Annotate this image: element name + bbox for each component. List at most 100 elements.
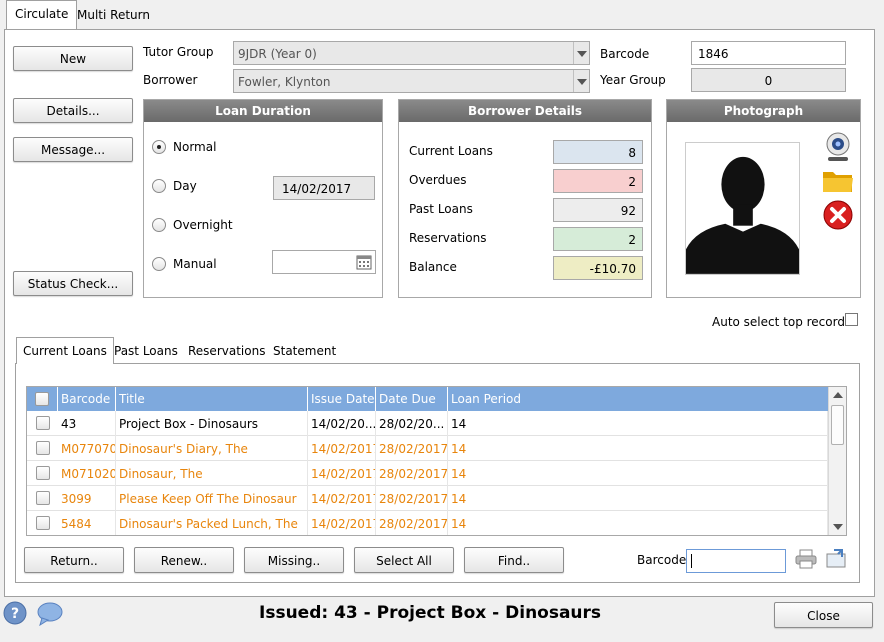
radio-normal-label: Normal [173,140,217,154]
past-loans-value: 92 [553,198,643,222]
balance-label: Balance [409,260,457,274]
scroll-up-icon[interactable] [833,392,843,398]
overdues-label: Overdues [409,173,467,187]
tab-reservations[interactable]: Reservations [182,338,271,362]
table-row[interactable]: 3099 Please Keep Off The Dinosaur 14/02/20… [27,486,828,511]
table-row[interactable]: M077070 Dinosaur's Diary, The 14/02/2017 28… [27,436,828,461]
radio-day[interactable] [152,179,166,193]
borrower-select[interactable]: Fowler, Klynton [233,69,590,93]
cell-date-due: 28/02/2017 [376,436,448,461]
receipt-icon[interactable] [825,548,847,568]
cell-date-due: 28/02/2017 [376,511,448,535]
cell-barcode: M071020 [58,461,116,486]
tab-label: Current Loans [23,344,107,358]
chevron-down-icon[interactable] [573,70,589,92]
find-button[interactable]: Find.. [464,547,564,573]
year-group-label: Year Group [600,73,666,87]
balance-value: -£10.70 [553,256,643,280]
column-header-barcode[interactable]: Barcode [58,387,116,411]
delete-icon[interactable] [822,199,854,231]
tab-label: Circulate [15,7,69,21]
row-checkbox[interactable] [36,491,50,505]
cell-title: Dinosaur's Packed Lunch, The [116,511,308,535]
table-row[interactable]: 5484 Dinosaur's Packed Lunch, The 14/02/20… [27,511,828,535]
table-row[interactable]: 43 Project Box - Dinosaurs 14/02/20... 28/0… [27,411,828,436]
printer-icon[interactable] [795,549,817,569]
chevron-down-icon[interactable] [573,42,589,64]
cell-title: Dinosaur's Diary, The [116,436,308,461]
select-all-checkbox[interactable] [35,392,49,406]
calendar-icon[interactable] [356,254,372,270]
message-button[interactable]: Message... [13,137,133,162]
cell-loan-period: 14 [448,486,828,511]
row-checkbox[interactable] [36,441,50,455]
close-button[interactable]: Close [774,602,873,628]
radio-overnight[interactable] [152,218,166,232]
overdues-value: 2 [553,169,643,193]
details-button[interactable]: Details... [13,98,133,123]
auto-select-checkbox[interactable] [845,313,858,326]
radio-manual[interactable] [152,257,166,271]
tab-statement[interactable]: Statement [267,338,342,362]
return-button[interactable]: Return.. [24,547,124,573]
table-scrollbar[interactable] [828,387,846,535]
folder-icon[interactable] [822,168,854,194]
tutor-group-select[interactable]: 9JDR (Year 0) [233,41,590,65]
status-check-button[interactable]: Status Check... [13,271,133,296]
scroll-thumb[interactable] [831,405,844,445]
tab-multi-return[interactable]: Multi Return [69,2,158,28]
barcode-label: Barcode [600,47,650,61]
reservations-label: Reservations [409,231,487,245]
manual-date-field[interactable] [272,250,376,274]
select-all-button[interactable]: Select All [354,547,454,573]
scroll-down-icon[interactable] [833,524,843,530]
tab-current-loans[interactable]: Current Loans [16,337,114,364]
cell-issue-date: 14/02/2017 [308,461,376,486]
radio-manual-label: Manual [173,257,217,271]
tab-label: Statement [273,344,337,358]
select-all-cell [27,387,58,411]
cell-barcode: 43 [58,411,116,436]
cell-title: Please Keep Off The Dinosaur [116,486,308,511]
column-header-issue-date[interactable]: Issue Date [308,387,376,411]
help-icon[interactable]: ? [3,601,27,625]
column-header-loan-period[interactable]: Loan Period [448,387,828,411]
past-loans-label: Past Loans [409,202,473,216]
borrower-photo [685,142,800,275]
renew-button[interactable]: Renew.. [134,547,234,573]
tab-circulate[interactable]: Circulate [6,0,78,29]
row-checkbox[interactable] [36,466,50,480]
barcode-field[interactable]: 1846 [691,41,846,65]
chat-icon[interactable] [36,602,64,626]
column-header-date-due[interactable]: Date Due [376,387,448,411]
current-loans-label: Current Loans [409,144,493,158]
cell-loan-period: 14 [448,436,828,461]
svg-text:?: ? [11,606,19,622]
cell-barcode: 5484 [58,511,116,535]
cell-barcode: 3099 [58,486,116,511]
tutor-group-label: Tutor Group [143,45,214,59]
missing-button[interactable]: Missing.. [244,547,344,573]
radio-normal[interactable] [152,140,166,154]
cell-date-due: 28/02/2017 [376,461,448,486]
cell-date-due: 28/02/2017 [376,486,448,511]
text-cursor [691,554,692,568]
reservations-value: 2 [553,227,643,251]
new-button[interactable]: New [13,46,133,71]
row-checkbox[interactable] [36,516,50,530]
cell-title: Dinosaur, The [116,461,308,486]
year-group-field: 0 [691,68,846,92]
cell-title: Project Box - Dinosaurs [116,411,308,436]
tab-label: Reservations [188,344,266,358]
status-message: Issued: 43 - Project Box - Dinosaurs [259,603,602,623]
loan-duration-title: Loan Duration [144,100,382,122]
cell-date-due: 28/02/20... [376,411,448,436]
bottom-barcode-input[interactable] [686,549,786,573]
table-row[interactable]: M071020 Dinosaur, The 14/02/2017 28/02/2017… [27,461,828,486]
tutor-group-value: 9JDR (Year 0) [238,47,317,61]
column-header-title[interactable]: Title [116,387,308,411]
webcam-icon[interactable] [822,131,854,163]
row-checkbox[interactable] [36,416,50,430]
bottom-barcode-label: Barcode [637,553,687,567]
tab-past-loans[interactable]: Past Loans [108,338,184,362]
